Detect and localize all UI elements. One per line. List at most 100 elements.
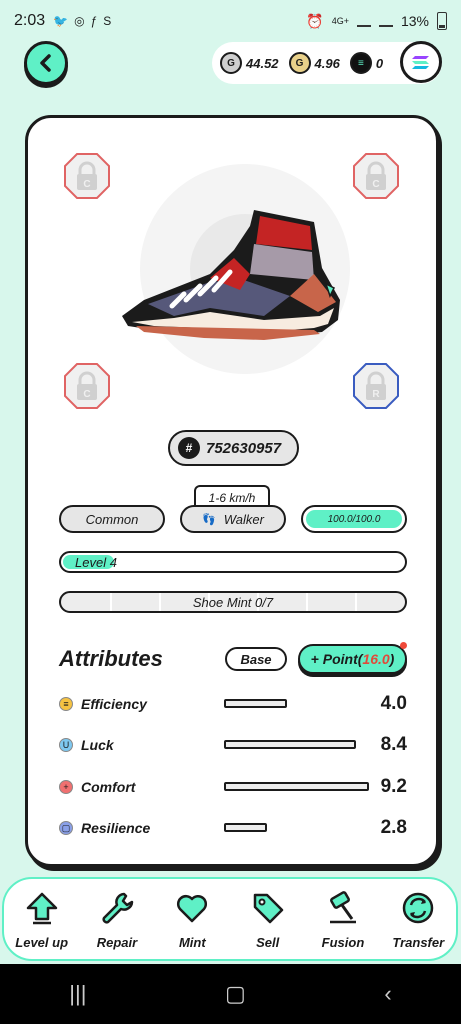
mint-button[interactable]: Mint [157,891,227,950]
gst-coin-icon: G [220,52,242,74]
level-label: Level [75,555,107,570]
hammer-icon [329,891,356,924]
level-bar[interactable]: Level 4 [59,551,407,573]
fusion-button[interactable]: Fusion [308,891,378,950]
base-toggle-button[interactable]: Base [225,647,287,671]
point-value: 16.0 [362,651,390,667]
luck-icon: U [59,738,73,752]
gmt-amount: 4.96 [314,55,340,71]
app-icon: ƒ [90,14,98,28]
sneaker-type-badge: 👣 Walker [180,505,286,533]
nav-label: Mint [178,935,206,950]
attribute-name: Luck [81,737,114,753]
efficiency-icon: ≡ [59,697,73,711]
gmt-balance: G 4.96 [288,52,340,74]
gem-socket-top-right[interactable]: C [352,152,400,200]
network-label: 4G+ [331,16,349,26]
notification-dot [400,642,407,649]
resilience-icon: ▢ [59,821,73,835]
shazam-icon: S [103,14,112,28]
attribute-row-resilience: ▢ Resilience 2.8 [59,816,407,840]
attributes-title: Attributes [59,646,163,671]
shoe-mint-bar: Shoe Mint 0/7 [59,591,407,613]
alarm-icon: ⏰ [306,12,324,29]
shoe-mint-label: Shoe Mint 0/7 [192,595,274,610]
footprint-icon: 👣 [202,513,216,526]
recent-apps-icon[interactable]: ||| [69,981,86,1007]
nav-label: Transfer [392,935,445,950]
heart-icon [177,894,208,923]
point-label: + Point( [310,651,363,667]
transfer-button[interactable]: Transfer [383,891,453,950]
sneaker-image [122,210,340,340]
nav-label: Repair [96,935,138,950]
wrench-icon [102,892,134,924]
battery-percent: 13% [400,13,429,29]
attribute-value: 8.4 [380,734,407,755]
attribute-value: 4.0 [380,693,407,714]
gst-balance: G 44.52 [220,52,279,74]
comfort-icon: + [59,780,73,794]
hash-icon: # [178,437,200,459]
durability-value: 100.0/100.0 [327,513,381,525]
gem-socket-top-left[interactable]: C [63,152,111,200]
attribute-row-efficiency: ≡ Efficiency 4.0 [59,692,407,716]
level-up-icon [26,892,57,925]
attribute-name: Efficiency [81,696,147,712]
repair-button[interactable]: Repair [82,891,152,950]
signal-icon-2 [378,15,393,27]
attribute-bar [224,823,267,832]
solana-icon [412,56,429,69]
attribute-bar [224,699,287,708]
tag-icon [253,893,283,924]
action-bar: Level up Repair Mint Sell Fusion Transfe… [2,877,458,961]
gem-socket-letter: C [83,179,90,190]
gem-socket-bottom-left[interactable]: C [63,362,111,410]
status-time: 2:03 [14,12,46,29]
system-back-icon[interactable]: ‹ [384,981,391,1007]
level-up-button[interactable]: Level up [7,891,77,950]
transfer-icon [403,892,434,924]
sneaker-id-chip[interactable]: # 752630957 [168,430,299,466]
notification-icons: 🐦 ◎ ƒ S [53,14,111,28]
attribute-value: 9.2 [380,776,407,797]
system-navigation-bar: ||| ▢ ‹ [0,964,461,1024]
sol-balance: ≡ 0 [349,52,384,74]
attribute-bar [224,740,356,749]
level-text: Level 4 [75,555,117,570]
status-right: ⏰ 4G+ 13% [306,12,447,30]
gmt-coin-icon: G [288,52,311,74]
attribute-row-luck: U Luck 8.4 [59,733,407,757]
gst-amount: 44.52 [246,55,279,71]
rarity-badge: Common [59,505,165,533]
back-button[interactable] [24,41,68,85]
solana-wallet-button[interactable] [400,41,442,83]
attribute-name: Resilience [81,820,151,836]
gem-socket-bottom-right[interactable]: R [352,362,400,410]
wallet-balance-bar[interactable]: G 44.52 G 4.96 ≡ 0 [212,41,442,84]
gem-socket-letter: C [83,389,90,400]
sell-button[interactable]: Sell [233,891,303,950]
sneaker-id: 752630957 [206,439,282,457]
sol-amount: 0 [375,55,384,71]
status-bar: 2:03 🐦 ◎ ƒ S ⏰ 4G+ 13% [0,0,461,42]
signal-icon [356,15,371,27]
sneaker-type: Walker [223,511,264,527]
chevron-left-icon [40,54,51,72]
gem-socket-letter: R [372,389,380,400]
twitter-icon: 🐦 [53,14,69,28]
attribute-name: Comfort [81,779,136,795]
level-value: 4 [109,555,117,570]
sneaker-card: C C C R # 752630957 1-6 km/h Common 👣 Wa… [25,115,439,867]
home-icon[interactable]: ▢ [225,981,246,1007]
attribute-bar [224,782,369,791]
add-point-button[interactable]: + Point( 16.0 ) [298,644,407,674]
sol-coin-icon: ≡ [349,52,372,74]
instagram-icon: ◎ [74,14,85,28]
gem-socket-letter: C [372,179,379,190]
nav-label: Fusion [321,935,365,950]
attribute-value: 2.8 [380,817,407,838]
nav-label: Level up [15,935,69,950]
battery-icon [437,12,447,30]
point-close: ) [389,651,395,667]
